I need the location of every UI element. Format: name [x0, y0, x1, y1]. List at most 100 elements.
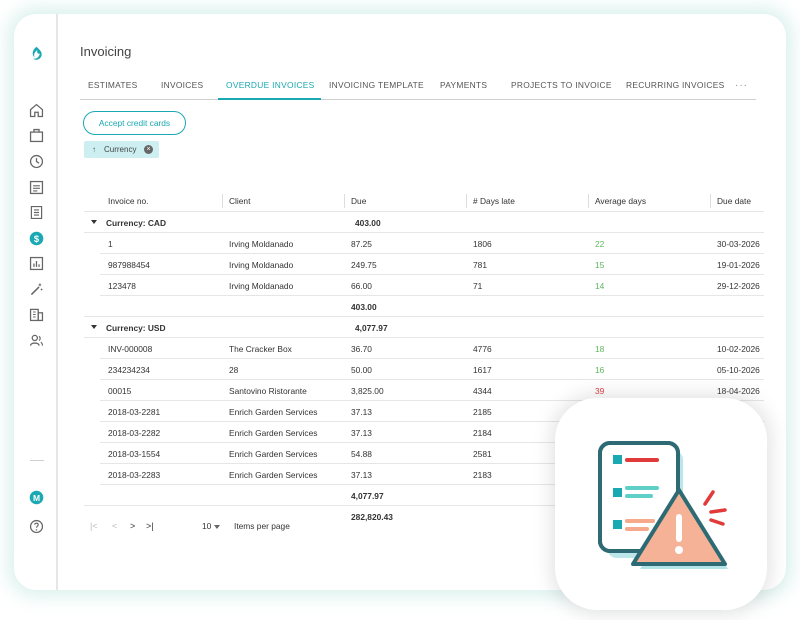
group-row[interactable]: Currency: CAD 403.00	[84, 212, 764, 233]
chevron-down-icon[interactable]	[214, 525, 220, 529]
dollar-icon[interactable]: $	[25, 227, 47, 249]
tab-overdue-invoices[interactable]: OVERDUE INVOICES	[226, 80, 315, 90]
group-by-chip[interactable]: ↑ Currency ×	[84, 141, 159, 158]
more-tabs-button[interactable]: ···	[735, 80, 748, 91]
chart-icon[interactable]	[25, 252, 47, 274]
average-days-cell: 14	[595, 281, 605, 291]
avatar-initial: M	[32, 492, 39, 502]
last-page-button[interactable]: >|	[146, 521, 154, 531]
table-row[interactable]: 1 Irving Moldanado 87.25 1806 22 30-03-2026	[100, 233, 764, 254]
days-late-cell: 2184	[473, 428, 492, 438]
building-icon[interactable]	[25, 303, 47, 325]
user-avatar[interactable]: M	[25, 486, 47, 508]
col-due-date[interactable]: Due date	[717, 196, 751, 206]
list-icon[interactable]	[25, 176, 47, 198]
table-row[interactable]: 987988454 Irving Moldanado 249.75 781 15 19-0…	[100, 254, 764, 275]
invoice-no-cell: 2018-03-2281	[108, 407, 161, 417]
client-cell: Irving Moldanado	[229, 239, 294, 249]
average-days-cell: 18	[595, 344, 605, 354]
client-cell: Enrich Garden Services	[229, 470, 318, 480]
group-header-total: 4,077.97	[355, 323, 388, 333]
tab-invoicing-template[interactable]: INVOICING TEMPLATE	[329, 80, 424, 90]
due-cell: 54.88	[351, 449, 372, 459]
invoice-no-cell: 2018-03-1554	[108, 449, 161, 459]
help-icon[interactable]	[25, 515, 47, 537]
table-header: Invoice no. Client Due # Days late Avera…	[84, 190, 764, 212]
tab-projects-to-invoice[interactable]: PROJECTS TO INVOICE	[511, 80, 612, 90]
group-footer-total: 4,077.97	[351, 491, 384, 501]
overdue-invoice-app-icon	[555, 398, 767, 610]
average-days-cell: 22	[595, 239, 605, 249]
svg-text:$: $	[33, 233, 39, 243]
chip-close-icon[interactable]: ×	[144, 145, 153, 154]
invoice-no-cell: 987988454	[108, 260, 150, 270]
col-invoice-no[interactable]: Invoice no.	[108, 196, 149, 206]
group-label: Currency: USD	[106, 323, 166, 333]
days-late-cell: 781	[473, 260, 487, 270]
table-row[interactable]: 234234234 28 50.00 1617 16 05-10-2026	[100, 359, 764, 380]
due-date-cell: 29-12-2026	[717, 281, 760, 291]
logo-icon[interactable]	[25, 42, 47, 64]
col-separator	[222, 194, 223, 208]
receipt-icon[interactable]	[25, 201, 47, 223]
active-tab-indicator	[218, 98, 321, 100]
due-date-cell: 30-03-2026	[717, 239, 760, 249]
items-per-page-label: Items per page	[234, 521, 290, 531]
client-cell: 28	[229, 365, 239, 375]
client-cell: Santovino Ristorante	[229, 386, 307, 396]
col-average-days[interactable]: Average days	[595, 196, 646, 206]
sort-up-icon[interactable]: ↑	[92, 145, 96, 154]
briefcase-icon[interactable]	[25, 124, 47, 146]
table-row[interactable]: INV-000008 The Cracker Box 36.70 4776 18 10-0…	[100, 338, 764, 359]
tab-bar: ESTIMATES INVOICES OVERDUE INVOICES INVO…	[80, 76, 756, 100]
home-icon[interactable]	[25, 99, 47, 121]
group-row[interactable]: Currency: USD 4,077.97	[84, 317, 764, 338]
days-late-cell: 71	[473, 281, 483, 291]
days-late-cell: 2581	[473, 449, 492, 459]
collapse-caret-icon[interactable]	[91, 220, 97, 224]
col-separator	[344, 194, 345, 208]
col-separator	[466, 194, 467, 208]
group-label: Currency: CAD	[106, 218, 167, 228]
tab-estimates[interactable]: ESTIMATES	[88, 80, 138, 90]
due-cell: 249.75	[351, 260, 377, 270]
next-page-button[interactable]: >	[130, 521, 135, 531]
client-cell: Enrich Garden Services	[229, 407, 318, 417]
client-cell: The Cracker Box	[229, 344, 292, 354]
col-separator	[588, 194, 589, 208]
client-cell: Irving Moldanado	[229, 260, 294, 270]
people-icon[interactable]	[25, 329, 47, 351]
col-days-late[interactable]: # Days late	[473, 196, 515, 206]
invoice-no-cell: 2018-03-2283	[108, 470, 161, 480]
average-days-cell: 39	[595, 386, 605, 396]
items-per-page-select[interactable]: 10	[202, 521, 211, 531]
accept-credit-cards-button[interactable]: Accept credit cards	[83, 111, 186, 135]
due-cell: 37.13	[351, 407, 372, 417]
collapse-caret-icon[interactable]	[91, 325, 97, 329]
table-row[interactable]: 123478 Irving Moldanado 66.00 71 14 29-12-202…	[100, 275, 764, 296]
page-title: Invoicing	[80, 44, 132, 59]
first-page-button[interactable]: |<	[90, 521, 98, 531]
warning-document-icon	[598, 441, 728, 569]
due-date-cell: 05-10-2026	[717, 365, 760, 375]
sidebar: $ M	[14, 14, 58, 590]
invoice-no-cell: 2018-03-2282	[108, 428, 161, 438]
days-late-cell: 4776	[473, 344, 492, 354]
sidebar-divider	[30, 460, 44, 461]
prev-page-button[interactable]: <	[112, 521, 117, 531]
invoice-no-cell: INV-000008	[108, 344, 153, 354]
col-due[interactable]: Due	[351, 196, 366, 206]
days-late-cell: 4344	[473, 386, 492, 396]
clock-icon[interactable]	[25, 150, 47, 172]
col-client[interactable]: Client	[229, 196, 250, 206]
due-date-cell: 10-02-2026	[717, 344, 760, 354]
tab-recurring-invoices[interactable]: RECURRING INVOICES	[626, 80, 724, 90]
invoice-no-cell: 00015	[108, 386, 132, 396]
tab-payments[interactable]: PAYMENTS	[440, 80, 487, 90]
due-cell: 87.25	[351, 239, 372, 249]
due-date-cell: 19-01-2026	[717, 260, 760, 270]
due-cell: 37.13	[351, 470, 372, 480]
average-days-cell: 16	[595, 365, 605, 375]
tab-invoices[interactable]: INVOICES	[161, 80, 203, 90]
wand-icon[interactable]	[25, 278, 47, 300]
